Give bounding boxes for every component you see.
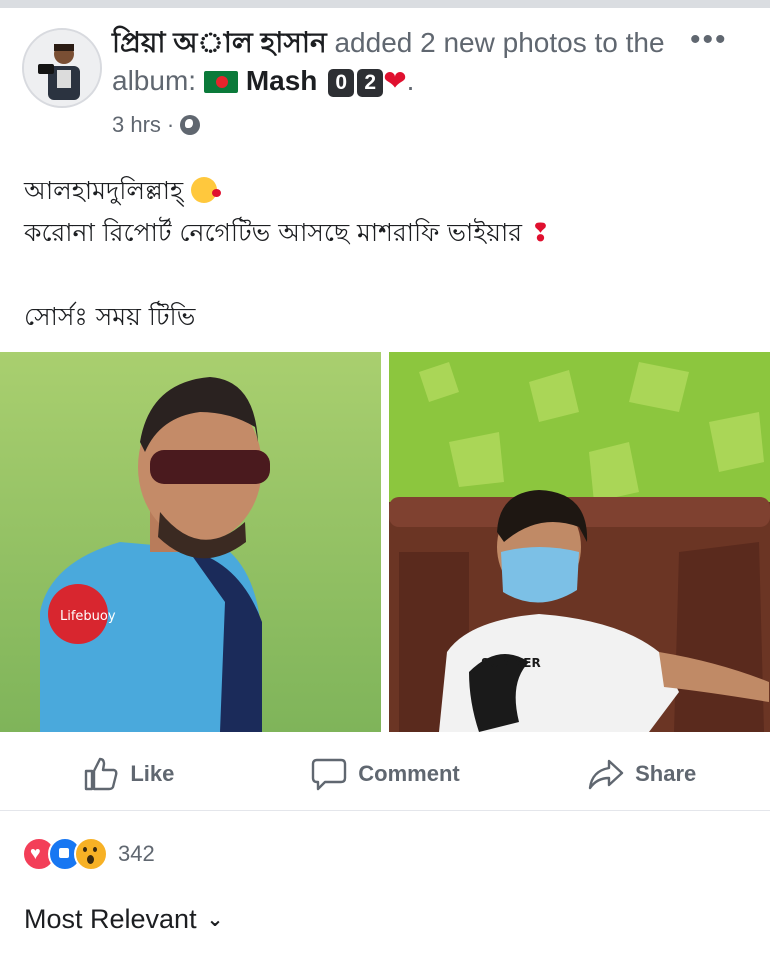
album-period: . [406, 65, 415, 96]
thumbs-up-icon [85, 757, 118, 791]
source-line: সোর্সঃ সময় টিভি [24, 302, 196, 331]
kiss-emoji-icon [191, 177, 222, 203]
bangladesh-flag-icon [203, 71, 238, 93]
reactions-summary[interactable]: 342 [22, 836, 155, 872]
globe-icon [180, 115, 201, 135]
album-name[interactable]: Mash [246, 65, 318, 96]
shirt-print-text: SUMMER [481, 656, 541, 670]
post-timestamp[interactable]: 3 hrs [112, 112, 161, 138]
avatar[interactable] [22, 28, 102, 108]
post-header: প্রিয়া অাল হাসান added 2 new photos to … [0, 22, 770, 142]
comment-bubble-icon [312, 758, 347, 791]
comment-sort-dropdown[interactable]: Most Relevant ⌄ [24, 904, 223, 935]
author-name[interactable]: প্রিয়া অাল হাসান [112, 27, 327, 58]
meta-separator: · [166, 112, 175, 137]
share-label: Share [635, 761, 697, 786]
keycap-digit: 0 [328, 69, 355, 97]
reaction-count: 342 [118, 841, 155, 866]
more-icon[interactable]: ••• [690, 25, 728, 55]
heart-icon: ❤ [383, 65, 407, 96]
comment-button[interactable]: Comment [257, 738, 514, 810]
chevron-down-icon: ⌄ [206, 909, 224, 931]
sort-label: Most Relevant [24, 904, 197, 934]
share-arrow-icon [588, 759, 624, 790]
post-actions: Like Comment Share [0, 738, 770, 811]
text-gap [24, 254, 744, 296]
wow-reaction-icon [74, 837, 108, 871]
top-divider [0, 0, 770, 8]
post-text: আলহামদুলিল্লাহ্ করোনা রিপোর্ট নেগেটিভ আস… [24, 170, 744, 338]
post-headline: প্রিয়া অাল হাসান added 2 new photos to … [112, 24, 682, 100]
heart-exclamation-icon: ❢ [529, 218, 551, 247]
photo-cricketer-sunglasses[interactable]: Lifebuoy [0, 352, 381, 732]
share-button[interactable]: Share [513, 738, 770, 810]
comment-label: Comment [358, 761, 460, 786]
post-text-line: আলহামদুলিল্লাহ্ [24, 170, 744, 212]
like-label: Like [130, 761, 175, 786]
keycap-digit: 2 [357, 69, 384, 97]
post-text-line-1: আলহামদুলিল্লাহ্ [24, 176, 184, 205]
shirt-logo-text: Lifebuoy [60, 609, 116, 624]
post-text-line: করোনা রিপোর্ট নেগেটিভ আসছে মাশরাফি ভাইয়… [24, 212, 744, 254]
photo-grid: Lifebuoy SUMMER [0, 352, 770, 732]
like-button[interactable]: Like [0, 738, 257, 810]
post-meta: 3 hrs · [112, 112, 201, 138]
photo-man-mask-sofa[interactable]: SUMMER [389, 352, 770, 732]
post-text-line-2: করোনা রিপোর্ট নেগেটিভ আসছে মাশরাফি ভাইয়… [24, 218, 522, 247]
